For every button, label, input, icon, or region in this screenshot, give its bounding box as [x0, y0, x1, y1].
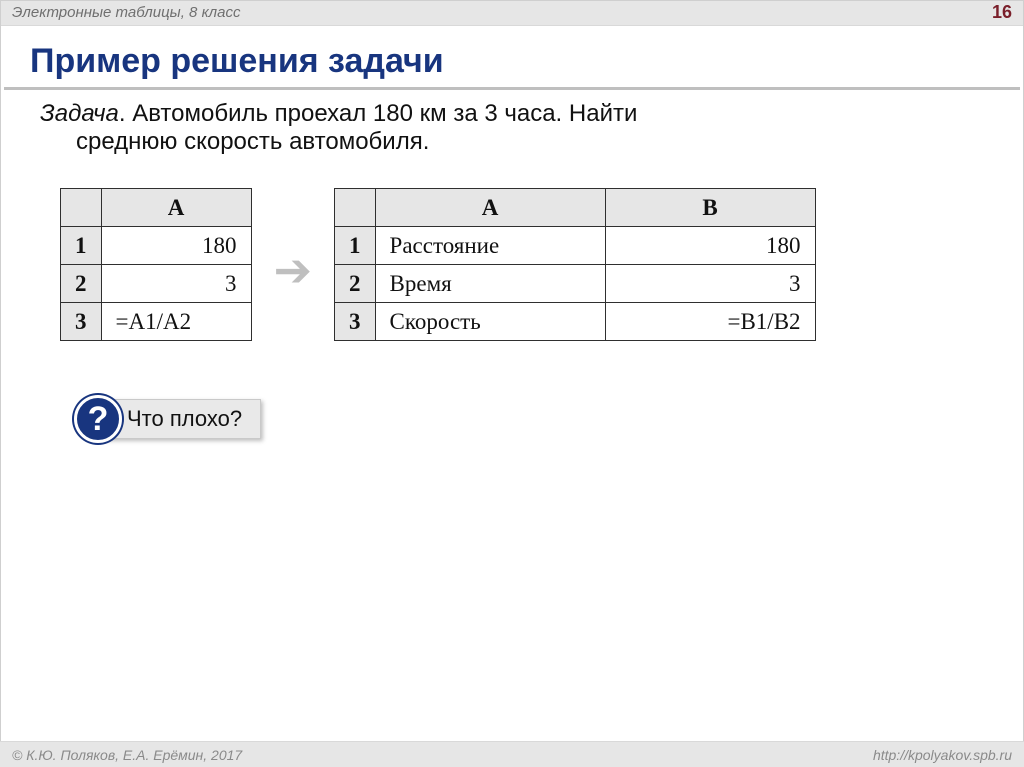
- top-bar: Электронные таблицы, 8 класс 16: [0, 0, 1024, 26]
- table1-A2: 3: [101, 265, 251, 303]
- table2-row1-hdr: 1: [335, 227, 376, 265]
- problem-text-2: среднюю скорость автомобиля.: [40, 128, 984, 156]
- footer-url: http://kpolyakov.spb.ru: [873, 747, 1012, 763]
- course-label: Электронные таблицы, 8 класс: [12, 4, 240, 21]
- table2-col-A: A: [375, 189, 605, 227]
- arrow-right-icon: ➔: [274, 247, 313, 293]
- problem-text-1: . Автомобиль проехал 180 км за 3 часа. Н…: [119, 100, 638, 127]
- table2-A1: Расстояние: [375, 227, 605, 265]
- table1-row1-hdr: 1: [61, 227, 102, 265]
- table1-col-A: A: [101, 189, 251, 227]
- table1-row3-hdr: 3: [61, 303, 102, 341]
- table2-row2-hdr: 2: [335, 265, 376, 303]
- table-row: 1 180: [61, 227, 252, 265]
- table1-corner: [61, 189, 102, 227]
- table2-A2: Время: [375, 265, 605, 303]
- table-row: 1 Расстояние 180: [335, 227, 816, 265]
- table-row: 3 =A1/A2: [61, 303, 252, 341]
- table-row: 3 Скорость =B1/B2: [335, 303, 816, 341]
- table2-B1: 180: [605, 227, 815, 265]
- table1-A1: 180: [101, 227, 251, 265]
- spreadsheet-table-left: A 1 180 2 3 3 =A1/A2: [60, 188, 252, 341]
- question-mark-icon: ?: [74, 395, 122, 443]
- problem-label: Задача: [40, 100, 119, 127]
- callout: ? Что плохо?: [74, 395, 984, 443]
- table-row: 2 Время 3: [335, 265, 816, 303]
- table1-A3: =A1/A2: [101, 303, 251, 341]
- callout-text: Что плохо?: [104, 399, 261, 439]
- table2-row3-hdr: 3: [335, 303, 376, 341]
- table2-B2: 3: [605, 265, 815, 303]
- slide-title: Пример решения задачи: [0, 26, 1024, 83]
- table2-col-B: B: [605, 189, 815, 227]
- footer-bar: © К.Ю. Поляков, Е.А. Ерёмин, 2017 http:/…: [0, 741, 1024, 767]
- problem-statement: Задача. Автомобиль проехал 180 км за 3 ч…: [40, 100, 984, 156]
- table1-row2-hdr: 2: [61, 265, 102, 303]
- spreadsheet-table-right: A B 1 Расстояние 180 2 Время 3 3 Скорост…: [334, 188, 816, 341]
- table-row: 2 3: [61, 265, 252, 303]
- table2-A3: Скорость: [375, 303, 605, 341]
- page-number: 16: [992, 2, 1012, 23]
- footer-copyright: © К.Ю. Поляков, Е.А. Ерёмин, 2017: [12, 747, 242, 763]
- table2-B3: =B1/B2: [605, 303, 815, 341]
- table2-corner: [335, 189, 376, 227]
